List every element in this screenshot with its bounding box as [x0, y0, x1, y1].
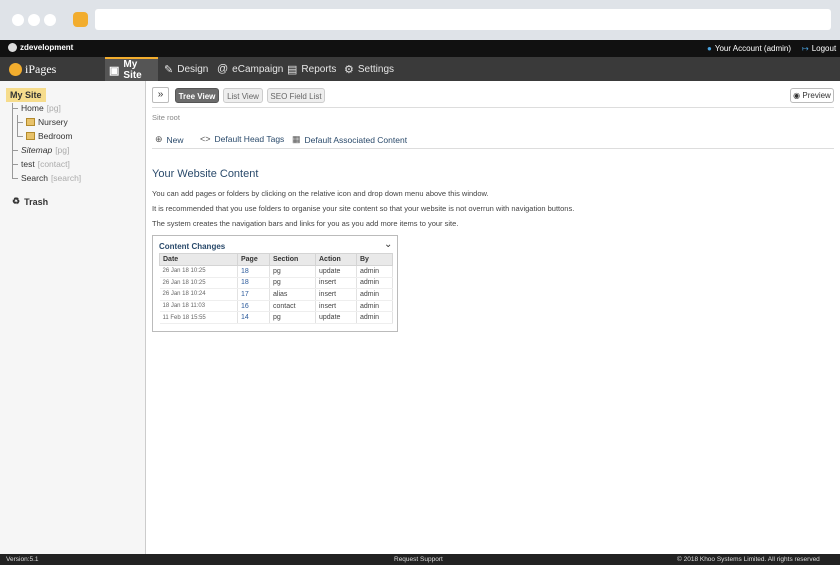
changes-table: Date Page Section Action By 26 Jan 18 10… — [159, 253, 393, 324]
new-button[interactable]: ⊕ New — [155, 134, 184, 145]
user-icon: ● — [707, 44, 712, 53]
default-associated-content-button[interactable]: ▦ Default Associated Content — [292, 134, 407, 145]
content-changes-panel: Content Changes ⌄ Date Page Section Acti… — [152, 235, 398, 332]
bar-chart-icon: ▤ — [287, 63, 298, 76]
divider — [152, 107, 834, 108]
table-row: 18 Jan 18 11:03 16 contact insert admin — [159, 300, 393, 313]
logo[interactable]: iPages — [9, 62, 56, 77]
page-link[interactable]: 14 — [237, 311, 270, 324]
sidebar-item-home[interactable]: Home [pg] — [12, 103, 61, 113]
layout-icon: ▣ — [109, 64, 120, 77]
favicon-icon — [73, 12, 88, 27]
panel-title: Content Changes — [159, 242, 226, 251]
logout-link[interactable]: ↦ Logout — [802, 44, 836, 53]
info-paragraph: You can add pages or folders by clicking… — [152, 189, 489, 198]
at-icon: @ — [217, 63, 229, 75]
tab-my-site[interactable]: ▣ My Site — [105, 57, 158, 81]
tab-settings[interactable]: ⚙ Settings — [344, 57, 394, 81]
browser-chrome — [0, 0, 840, 40]
version-label: Version:5.1 — [6, 556, 39, 563]
preview-button[interactable]: ◉ Preview — [790, 88, 834, 103]
request-support-link[interactable]: Request Support — [394, 556, 443, 563]
gear-icon: ⚙ — [344, 63, 354, 76]
page-link[interactable]: 17 — [237, 288, 270, 301]
plus-circle-icon: ⊕ — [155, 134, 163, 144]
info-paragraph: It is recommended that you use folders t… — [152, 204, 575, 213]
default-head-tags-button[interactable]: <> Default Head Tags — [200, 134, 284, 144]
tree-view-button[interactable]: Tree View — [175, 88, 219, 103]
logo-icon — [9, 63, 22, 76]
window-maximize-dot[interactable] — [44, 14, 56, 26]
address-bar[interactable] — [95, 9, 831, 30]
column-header: By — [356, 253, 393, 266]
footer: Version:5.1 Request Support © 2018 Khoo … — [0, 554, 840, 565]
logout-icon: ↦ — [802, 44, 809, 53]
chat-bubble-icon — [8, 43, 17, 52]
grid-icon: ▦ — [292, 134, 301, 144]
page-link[interactable]: 18 — [237, 277, 270, 290]
sidebar: My Site Home [pg] Nursery Bedroom Sitema… — [0, 81, 146, 554]
sidebar-item-trash[interactable]: ♻ Trash — [12, 196, 48, 207]
window-minimize-dot[interactable] — [28, 14, 40, 26]
table-row: 26 Jan 18 10:25 18 pg insert admin — [159, 277, 393, 290]
breadcrumb: Site root — [152, 113, 180, 122]
sidebar-item-sitemap[interactable]: Sitemap [pg] — [12, 145, 69, 155]
table-row: 26 Jan 18 10:24 17 alias insert admin — [159, 288, 393, 301]
top-bar: zdevelopment ● Your Account (admin) ↦ Lo… — [0, 40, 840, 57]
folder-icon — [26, 132, 35, 140]
list-view-button[interactable]: List View — [223, 88, 263, 103]
chevron-down-icon[interactable]: ⌄ — [384, 239, 392, 250]
expand-sidebar-button[interactable]: » — [152, 87, 169, 103]
divider — [152, 148, 834, 149]
folder-icon — [26, 118, 35, 126]
sidebar-item-test[interactable]: test [contact] — [12, 159, 70, 169]
sidebar-root-my-site[interactable]: My Site — [6, 88, 46, 102]
page-link[interactable]: 18 — [237, 265, 270, 278]
sidebar-item-nursery[interactable]: Nursery — [17, 117, 68, 127]
copyright-text: © 2018 Khoo Systems Limited. All rights … — [677, 556, 820, 563]
info-paragraph: The system creates the navigation bars a… — [152, 219, 459, 228]
sidebar-item-bedroom[interactable]: Bedroom — [17, 131, 73, 141]
tab-design[interactable]: ✎ Design — [164, 57, 208, 81]
brush-icon: ✎ — [164, 63, 174, 76]
column-header: Section — [269, 253, 316, 266]
main-nav: iPages ▣ My Site ✎ Design @ eCampaign ▤ … — [0, 57, 840, 81]
org-label: zdevelopment — [8, 43, 73, 52]
tab-reports[interactable]: ▤ Reports — [287, 57, 336, 81]
table-row: 26 Jan 18 10:25 18 pg update admin — [159, 265, 393, 278]
seo-field-list-button[interactable]: SEO Field List — [267, 88, 325, 103]
table-header-row: Date Page Section Action By — [159, 253, 393, 266]
main-content: » Tree View List View SEO Field List ◉ P… — [147, 81, 840, 554]
code-icon: <> — [200, 134, 211, 144]
eye-icon: ◉ — [793, 91, 801, 100]
column-header: Action — [315, 253, 357, 266]
table-row: 11 Feb 18 15:55 14 pg update admin — [159, 311, 393, 324]
column-header: Page — [237, 253, 270, 266]
tab-ecampaign[interactable]: @ eCampaign — [217, 57, 283, 81]
account-link[interactable]: ● Your Account (admin) — [707, 44, 791, 53]
trash-icon: ♻ — [12, 196, 21, 206]
column-header: Date — [159, 253, 238, 266]
sidebar-item-search[interactable]: Search [search] — [12, 173, 81, 183]
window-close-dot[interactable] — [12, 14, 24, 26]
page-title: Your Website Content — [152, 168, 259, 180]
page-link[interactable]: 16 — [237, 300, 270, 313]
